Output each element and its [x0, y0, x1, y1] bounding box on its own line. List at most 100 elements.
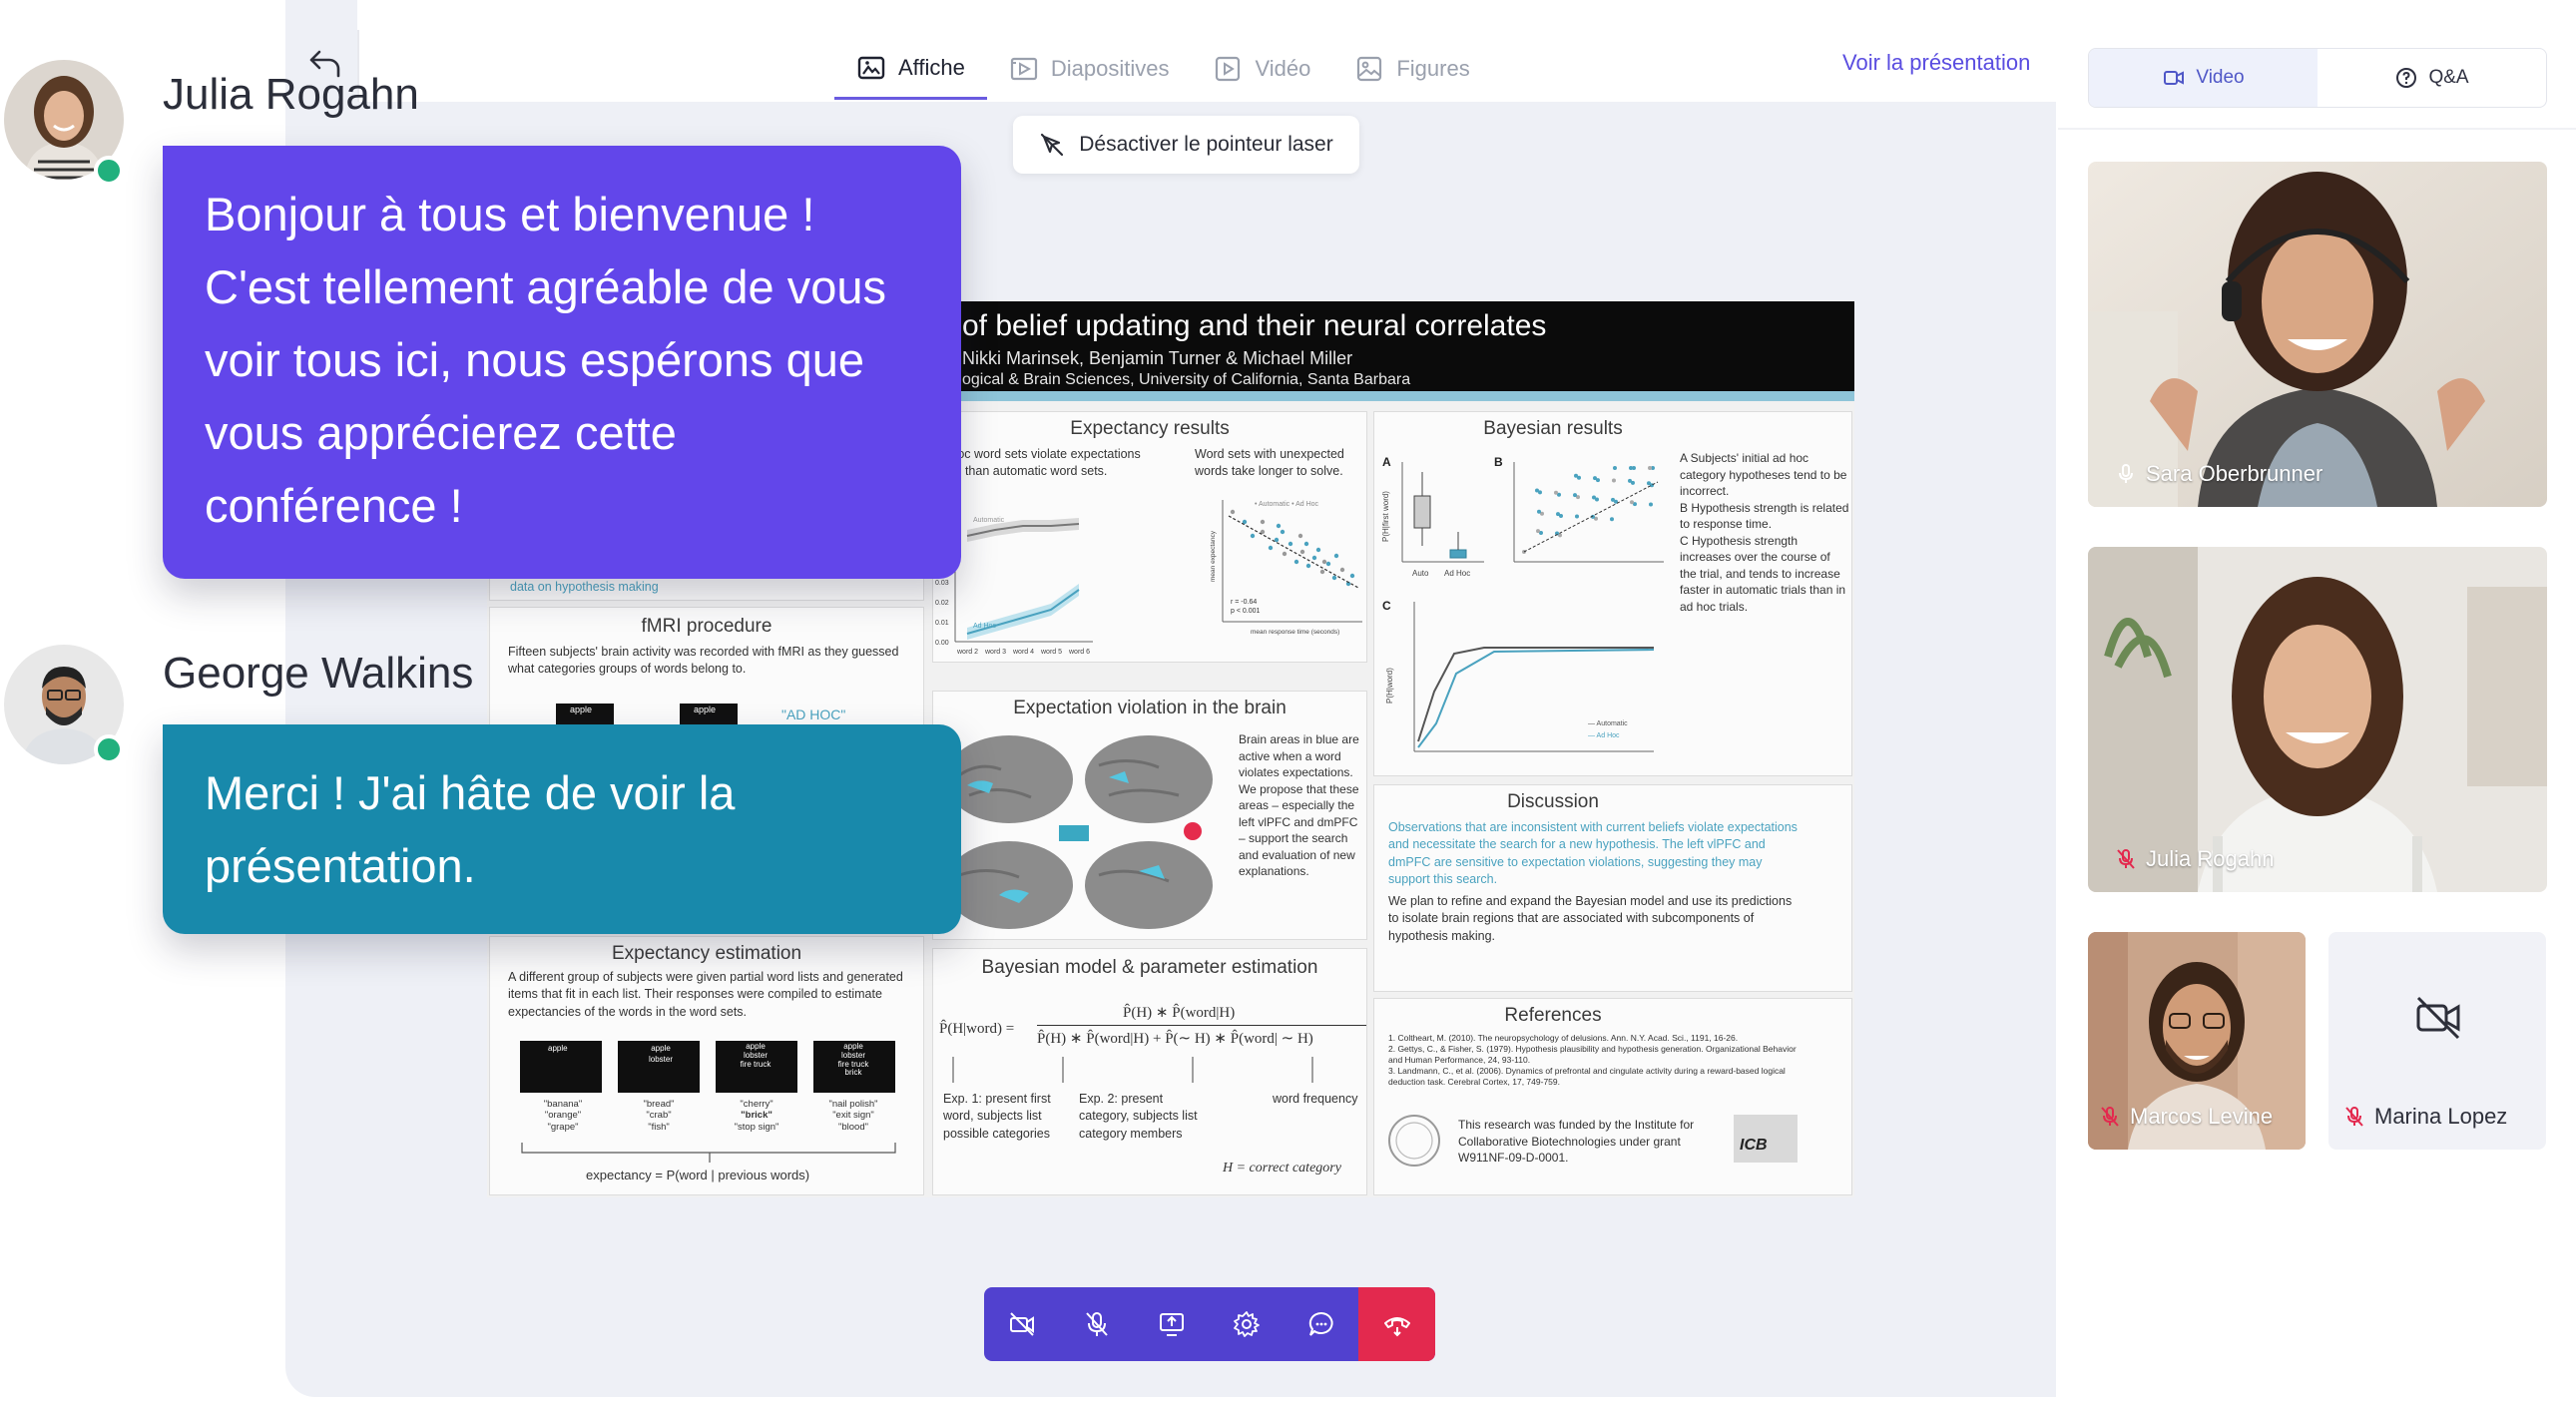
axis-label: mean expectancy [1210, 530, 1217, 582]
scatter-point [1339, 567, 1345, 573]
card-word-line: apple [651, 1044, 671, 1053]
card-word-line: brick [844, 1068, 862, 1078]
chat-button[interactable] [1284, 1287, 1358, 1361]
scatter-point [1319, 569, 1325, 575]
answer: "blood" [838, 1121, 868, 1133]
card-answers: "nail polish" "exit sign" "blood" [823, 1099, 883, 1133]
trend-line [1228, 515, 1359, 589]
card-word: apple lobster fire truck [736, 1042, 775, 1069]
fmri-text: Fifteen subjects' brain activity was rec… [508, 645, 899, 677]
scatter-point [1575, 514, 1579, 519]
camera-off-icon [1009, 1312, 1034, 1336]
scatter-point [1610, 517, 1614, 522]
panel-expectancy-results: Expectancy results ad hoc word sets viol… [932, 411, 1367, 663]
tab-figures[interactable]: Figures [1332, 38, 1491, 100]
scatter-point [1260, 519, 1266, 525]
model-lhs: P̂(H|word) = [939, 1021, 1015, 1037]
answer: "brick" [741, 1110, 773, 1122]
tab-video-feed[interactable]: Video [2089, 49, 2318, 107]
settings-icon [1233, 1311, 1260, 1337]
references-title: References [1504, 1005, 1602, 1026]
app-root: Affiche Diapositives Vidéo Figures Voir … [0, 0, 2576, 1413]
panel-expectancy-estimation: Expectancy estimation A different group … [489, 936, 924, 1195]
scatter-point [1321, 559, 1327, 565]
violation-title: Expectation violation in the brain [1013, 698, 1287, 718]
laser-pointer-button[interactable]: Désactiver le pointeur laser [1013, 116, 1359, 174]
panel-discussion: Discussion Observations that are inconsi… [1373, 784, 1852, 992]
estimation-title: Expectancy estimation [611, 943, 802, 964]
bayesian-title: Bayesian results [1483, 418, 1623, 439]
panel-letter: B [1494, 455, 1503, 469]
tab-diapositives[interactable]: Diapositives [987, 38, 1192, 100]
card-word-line: lobster [648, 1055, 673, 1065]
question-icon [2396, 68, 2417, 88]
tab-label: Diapositives [1050, 56, 1170, 81]
scatter-point [1537, 509, 1541, 514]
answer: "bread" [643, 1099, 675, 1110]
answer: "nail polish" [828, 1099, 878, 1110]
model-brackets [952, 1057, 1313, 1083]
answer: "fish" [648, 1121, 670, 1133]
tab-affiche[interactable]: Affiche [834, 38, 987, 100]
tick-label: word 3 [984, 649, 1006, 656]
expectancy-scatter: r = -0.64 p < 0.001 mean response time (se… [1210, 500, 1362, 636]
tab-label: Q&A [2428, 67, 2469, 88]
participant-name: Marina Lopez [2342, 1104, 2507, 1130]
chat-message-text: Merci ! J'ai hâte de voir la présentatio… [205, 766, 736, 892]
scatter-point [1325, 561, 1331, 567]
right-panel-tabs: Video Q&A [2088, 48, 2547, 108]
legend-label: • Automatic • Ad Hoc [1255, 501, 1319, 508]
bayes-scatter: B [1494, 455, 1664, 563]
camera-toggle-button[interactable] [984, 1287, 1059, 1361]
screen-share-button[interactable] [1134, 1287, 1209, 1361]
participant-tile[interactable]: Sara Oberbrunner [2088, 162, 2547, 507]
mic-toggle-button[interactable] [1059, 1287, 1134, 1361]
scatter-point [1647, 481, 1651, 486]
stats-label: r = -0.64 [1231, 599, 1257, 606]
fmri-title: fMRI procedure [641, 616, 773, 637]
card-word: apple [548, 1044, 568, 1053]
participant-tile[interactable]: Marina Lopez [2328, 932, 2546, 1150]
scatter-point [1282, 551, 1288, 557]
box [1449, 549, 1467, 559]
tick-label: Auto [1412, 569, 1429, 578]
legend-label: — Automatic [1588, 720, 1628, 727]
scatter-point [1333, 553, 1339, 559]
tab-label: Figures [1396, 56, 1470, 81]
scatter-point [1349, 573, 1355, 579]
tab-label: Video [2196, 67, 2245, 88]
participant-video [2088, 547, 2547, 892]
chat-icon [1308, 1311, 1333, 1336]
panel-bayesian-results: Bayesian results A Auto Ad Hoc P(H|first wo… [1373, 411, 1852, 776]
scatter-point [1612, 478, 1616, 483]
scatter-point [1299, 549, 1305, 555]
image-icon [1357, 56, 1382, 82]
axis-label: mean response time (seconds) [1251, 629, 1339, 636]
funding-text: This research was funded by the Institut… [1458, 1118, 1695, 1166]
axis-label: P(H|word) [1385, 668, 1394, 704]
model-denominator: P̂(H) ∗ P̂(word|H) + P̂(∼ H) ∗ P̂(word| … [1037, 1031, 1313, 1047]
model-title: Bayesian model & parameter estimation [981, 957, 1318, 978]
participant-tile[interactable]: Marcos Levine [2088, 932, 2306, 1150]
participant-tile[interactable]: Julia Rogahn [2088, 547, 2547, 892]
mic-off-icon [1085, 1312, 1108, 1336]
panel-letter: C [1382, 599, 1391, 613]
tick-label: word 2 [956, 649, 978, 656]
discussion-text: We plan to refine and expand the Bayesia… [1388, 894, 1793, 943]
tab-qa[interactable]: Q&A [2318, 49, 2546, 107]
answer: "orange" [544, 1110, 582, 1122]
scatter-point [1315, 547, 1321, 553]
scatter-point [1536, 529, 1540, 534]
model-exp1: Exp. 1: present first word, subjects lis… [943, 1092, 1051, 1141]
scatter-point [1574, 473, 1578, 478]
tick-label: 0.02 [935, 600, 949, 607]
expectancy-right-text: Word sets with unexpected words take lon… [1195, 447, 1344, 479]
online-status-icon [94, 156, 124, 186]
bayes-line-chart: C P(H|word) — Automatic — Ad Hoc [1382, 599, 1655, 752]
tab-video[interactable]: Vidéo [1191, 38, 1332, 100]
view-presentation-link[interactable]: Voir la présentation [1842, 50, 2030, 76]
settings-button[interactable] [1209, 1287, 1284, 1361]
hang-up-button[interactable] [1358, 1287, 1435, 1361]
scatter-point [1268, 545, 1274, 551]
participant-name-text: Julia Rogahn [2146, 846, 2275, 871]
